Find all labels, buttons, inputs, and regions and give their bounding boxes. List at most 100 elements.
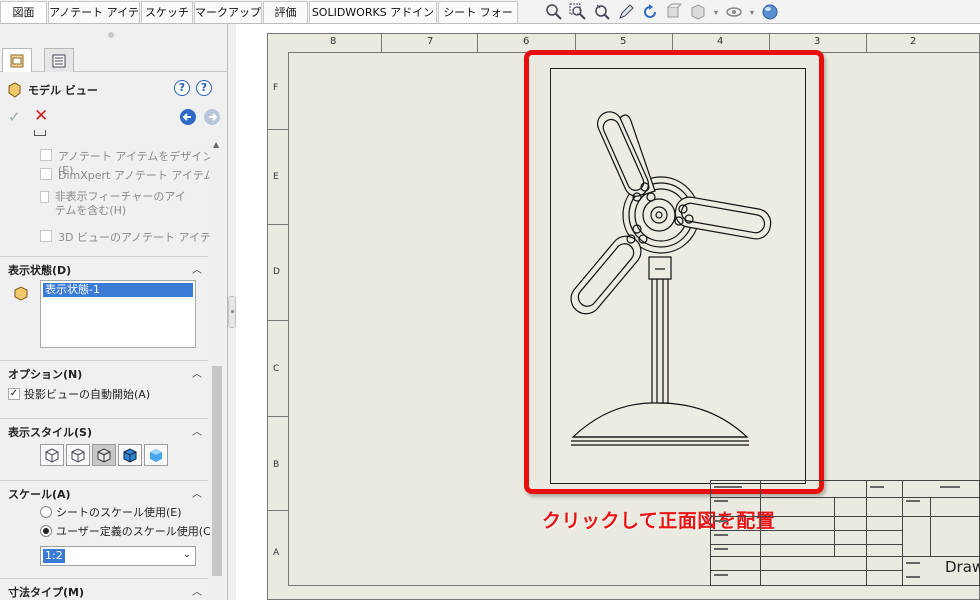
next-button[interactable] [204,109,220,125]
display-state-list[interactable]: 表示状態-1 [40,280,196,348]
tab-sheet-format[interactable]: シート フォーマット [438,1,518,40]
chevron-up-icon[interactable]: ︿ [192,423,202,438]
zone-label: D [273,267,280,277]
title-block-line [834,497,835,557]
zone-label: 4 [717,36,724,47]
scroll-up-icon[interactable]: ▲ [213,140,219,149]
ok-button[interactable]: ✓ [8,108,21,126]
shaded-button[interactable] [144,444,168,466]
zoom-area-icon[interactable] [568,2,588,22]
chevron-down-icon[interactable]: ▾ [712,8,720,17]
help-button[interactable]: ? [196,80,212,96]
display-state-section-header[interactable]: 表示状態(D) ︿ [0,256,208,278]
hide-show-icon[interactable] [724,2,744,22]
options-section-header[interactable]: オプション(N) ︿ [0,360,208,382]
panel-scrollbar[interactable]: ▲ [210,136,224,600]
pencil-icon[interactable] [616,2,636,22]
dimension-type-section-header[interactable]: 寸法タイプ(M) ︿ [0,578,208,600]
tab-feature-manager[interactable] [2,48,32,72]
use-sheet-scale-option[interactable]: シートのスケール使用(E) [40,504,182,520]
property-manager-panel: モデル ビュー ? ? ✓ ✕ アノテート アイテムをデザイン(E) DimXp… [0,24,228,600]
zone-label: 2 [910,36,917,47]
back-button[interactable] [180,109,196,125]
shaded-with-edges-button[interactable] [118,444,142,466]
chevron-up-icon[interactable]: ︿ [192,365,202,380]
tab-annotation[interactable]: アノテート アイテム [48,1,140,40]
tab-evaluate[interactable]: 評価 [263,1,308,23]
display-style-section-header[interactable]: 表示スタイル(S) ︿ [0,418,208,440]
chevron-down-icon[interactable]: ⌄ [183,549,191,560]
cancel-button[interactable]: ✕ [34,106,48,126]
zone-divider [866,33,867,52]
panel-tabs [0,46,228,72]
shaded-icon [150,449,162,462]
title-block-line [760,480,761,586]
auto-projected-view-option[interactable]: 投影ビューの自動開始(A) [8,386,150,402]
tab-sketch[interactable]: スケッチ [141,1,193,23]
chevron-up-icon[interactable]: ︿ [192,485,202,500]
previous-view-icon[interactable] [592,2,612,22]
view-orientation-icon[interactable] [688,2,708,22]
title-block-line [902,480,903,586]
title-block-text [940,486,960,488]
option-hidden-features[interactable]: 非表示フィーチャーのアイテムを含む(H) [40,190,190,218]
hidden-lines-visible-button[interactable] [66,444,90,466]
title-block-text [714,520,728,522]
title-block-line [710,497,980,498]
section-view-icon[interactable] [664,2,684,22]
appearance-icon[interactable] [760,2,780,22]
radio-button[interactable] [40,525,52,537]
option-3d-view-annotations[interactable]: 3D ビューのアノテート アイテム [40,229,221,245]
title-block-text [870,486,884,488]
chevron-up-icon[interactable]: ︿ [192,261,202,276]
checkbox[interactable] [40,168,52,180]
placement-highlight-box [524,50,824,494]
command-manager-tabs: 図面 アノテート アイテム スケッチ マークアップ 評価 SOLIDWORKS … [0,0,980,40]
arrow-left-icon [182,113,191,121]
scale-section-header[interactable]: スケール(A) ︿ [0,480,208,502]
zone-label: F [273,83,279,93]
model-view-icon [8,82,21,98]
checkbox[interactable] [8,388,20,400]
chevron-down-icon[interactable]: ▾ [748,8,756,17]
title-block-text [714,500,728,502]
whats-new-button[interactable]: ? [174,80,190,96]
zone-label: E [273,172,279,182]
radio-button[interactable] [40,506,52,518]
title-block-text [714,574,728,576]
heads-up-toolbar: ▾ ▾ [544,2,780,22]
checkbox[interactable] [40,149,52,161]
shaded-with-edges-icon [123,448,137,463]
zone-label: 7 [427,36,434,47]
option-dimxpert-annotations[interactable]: DimXpert アノテート アイテム [40,167,214,183]
use-custom-scale-option[interactable]: ユーザー定義のスケール使用(C) [40,523,215,539]
wireframe-button[interactable] [40,444,64,466]
title-block-text [714,486,742,488]
scrollbar-thumb[interactable] [212,366,222,576]
panel-splitter-handle[interactable] [228,296,236,328]
tab-property-manager[interactable] [44,48,74,72]
checkbox[interactable] [40,230,52,242]
list-item[interactable]: 表示状態-1 [43,283,193,297]
checkbox[interactable] [40,191,49,203]
display-style-buttons [40,444,168,466]
title-block-line [710,530,902,531]
scale-select[interactable]: 1:2 ⌄ [40,546,196,566]
title-block-text [906,562,920,564]
zone-label: 3 [814,36,821,47]
tab-drawing[interactable]: 図面 [0,1,47,23]
title-block-text [714,534,728,536]
chevron-up-icon[interactable]: ︿ [192,583,202,598]
zone-divider [267,224,288,225]
hidden-lines-removed-button[interactable] [92,444,116,466]
panel-grip[interactable] [108,32,114,38]
zone-divider [267,320,288,321]
zone-label: B [273,460,280,470]
tab-markup[interactable]: マークアップ [194,1,262,23]
zone-label: 5 [620,36,627,47]
rotate-icon[interactable] [640,2,660,22]
zoom-to-fit-icon[interactable] [544,2,564,22]
title-block-line [710,544,902,545]
property-manager-actions: ✓ ✕ [6,106,222,128]
tab-solidworks-addins[interactable]: SOLIDWORKS アドイン [309,1,437,23]
